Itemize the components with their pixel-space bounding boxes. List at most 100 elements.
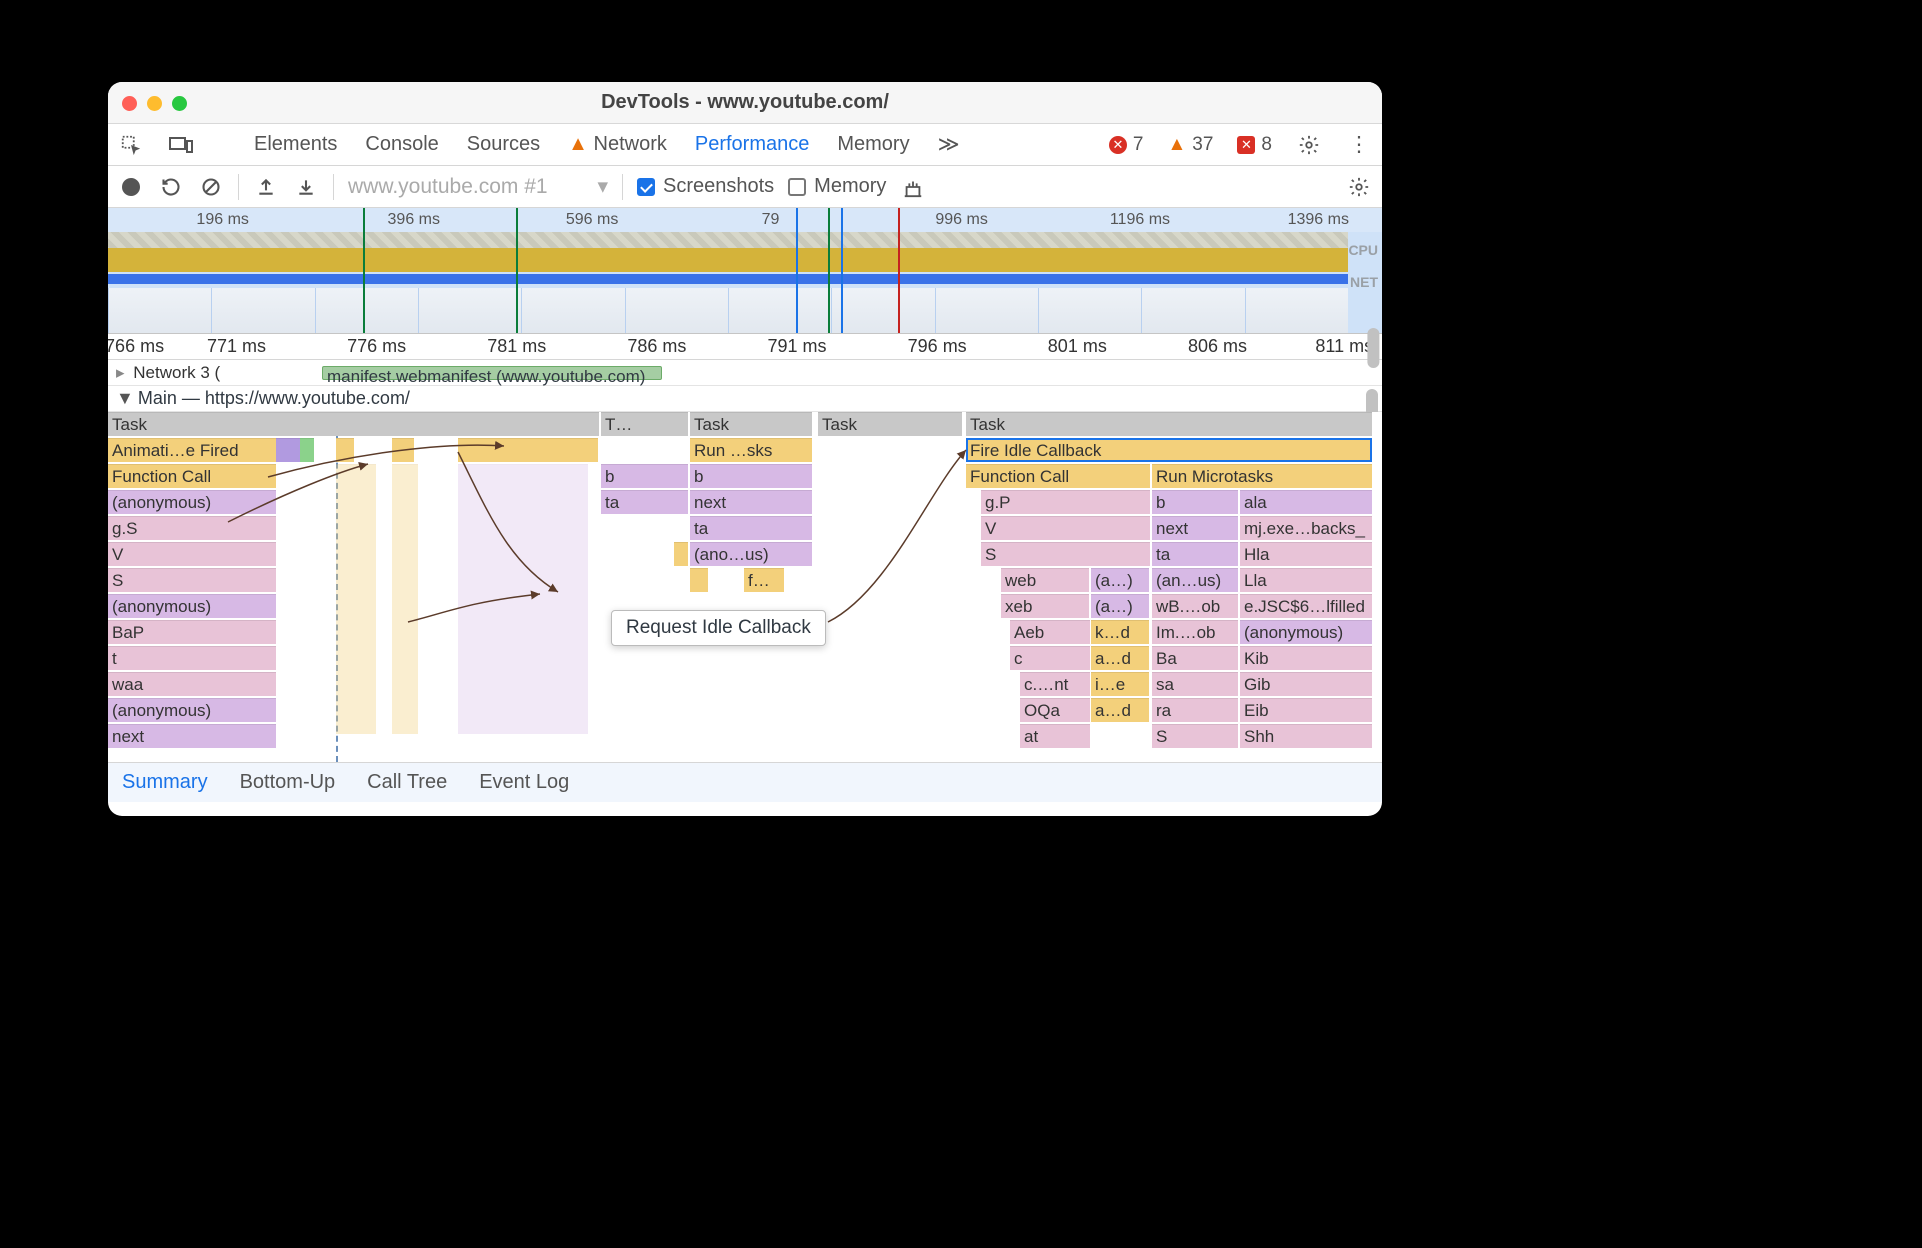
flame-segment[interactable]: i…e [1091,672,1149,696]
flame-segment[interactable]: Kib [1240,646,1372,670]
flame-segment[interactable]: (ano…us) [690,542,812,566]
tab-call-tree[interactable]: Call Tree [367,771,447,794]
flame-segment[interactable]: ala [1240,490,1372,514]
kebab-icon[interactable]: ⋮ [1346,132,1372,158]
tab-memory[interactable]: Memory [835,133,911,156]
flame-segment[interactable]: sa [1152,672,1238,696]
disclosure-icon[interactable]: ▼ [116,388,134,409]
clear-button[interactable] [198,174,224,200]
flame-segment[interactable] [336,464,376,734]
flame-segment[interactable]: (anonymous) [108,698,276,722]
flame-segment[interactable]: ta [690,516,812,540]
flame-segment[interactable]: (anonymous) [108,490,276,514]
viewport-handle-right[interactable] [841,208,843,333]
network-request-bar[interactable]: manifest.webmanifest (www.youtube.com) [322,366,662,380]
flame-segment[interactable]: V [981,516,1150,540]
flame-segment[interactable]: at [1020,724,1090,748]
flame-segment[interactable]: t [108,646,276,670]
tab-performance[interactable]: Performance [693,133,812,156]
flame-segment[interactable]: T… [601,412,688,436]
flame-segment[interactable]: S [981,542,1150,566]
flame-chart[interactable]: Task T… Task Task Task Animati…e Fired R… [108,412,1382,762]
tab-bottom-up[interactable]: Bottom-Up [240,771,336,794]
flame-segment[interactable] [300,438,314,462]
memory-checkbox[interactable]: Memory [788,175,886,198]
viewport-handle-left[interactable] [796,208,798,333]
tab-console[interactable]: Console [363,133,440,156]
flame-segment[interactable] [458,464,588,734]
flame-segment[interactable]: e.JSC$6…lfilled [1240,594,1372,618]
warnings-count[interactable]: ▲ 37 [1167,134,1213,156]
flame-segment[interactable]: c [1010,646,1090,670]
flame-segment[interactable]: Gib [1240,672,1372,696]
flame-segment[interactable]: g.S [108,516,276,540]
flame-segment[interactable]: Task [690,412,812,436]
flame-segment[interactable]: Eib [1240,698,1372,722]
flame-segment[interactable]: ra [1152,698,1238,722]
download-button[interactable] [293,174,319,200]
flame-segment[interactable]: b [1152,490,1238,514]
flame-segment[interactable]: next [108,724,276,748]
flame-segment[interactable]: a…d [1091,698,1149,722]
network-header[interactable]: ▸ Network 3 ( [108,363,318,383]
flame-segment[interactable]: OQa [1020,698,1090,722]
flame-segment[interactable]: xeb [1001,594,1089,618]
network-section[interactable]: ▸ Network 3 ( manifest.webmanifest (www.… [108,360,1382,386]
flame-segment[interactable]: BaP [108,620,276,644]
maximize-icon[interactable] [172,96,187,111]
flame-segment[interactable]: b [601,464,688,488]
violations-count[interactable]: ✕ 8 [1237,134,1272,156]
flame-segment[interactable]: (an…us) [1152,568,1238,592]
flame-segment[interactable]: next [690,490,812,514]
flame-segment[interactable]: c.…nt [1020,672,1090,696]
flame-segment[interactable] [392,438,414,462]
tab-summary[interactable]: Summary [122,771,208,794]
tab-elements[interactable]: Elements [252,133,339,156]
flame-segment[interactable]: Function Call [966,464,1150,488]
detail-ruler[interactable]: 766 ms 771 ms 776 ms 781 ms 786 ms 791 m… [108,334,1382,360]
disclosure-icon[interactable]: ▸ [116,363,125,383]
flame-segment[interactable]: Ba [1152,646,1238,670]
flame-segment[interactable]: S [1152,724,1238,748]
flame-segment[interactable]: Im.…ob [1152,620,1238,644]
recording-dropdown[interactable]: www.youtube.com #1 ▾ [348,174,608,199]
flame-segment[interactable]: Aeb [1010,620,1090,644]
flame-segment[interactable]: Run Microtasks [1152,464,1372,488]
flame-segment[interactable]: waa [108,672,276,696]
minimize-icon[interactable] [147,96,162,111]
flame-segment[interactable]: k…d [1091,620,1149,644]
errors-count[interactable]: ✕ 7 [1109,134,1144,156]
flame-segment[interactable]: Run …sks [690,438,812,462]
tab-sources[interactable]: Sources [465,133,542,156]
flame-segment[interactable]: a…d [1091,646,1149,670]
flame-segment[interactable] [336,438,354,462]
more-tabs-icon[interactable]: ≫ [936,132,962,158]
timeline-overview[interactable]: 196 ms 396 ms 596 ms 79 996 ms 1196 ms 1… [108,208,1382,334]
device-toggle-icon[interactable] [168,132,194,158]
flame-segment[interactable] [690,568,708,592]
flame-segment[interactable]: Lla [1240,568,1372,592]
flame-segment[interactable]: (a…) [1091,594,1149,618]
settings-icon[interactable] [1296,132,1322,158]
flame-segment[interactable]: b [690,464,812,488]
flame-segment[interactable]: Hla [1240,542,1372,566]
flame-segment[interactable]: Task [108,412,599,436]
tab-network[interactable]: ▲ Network [566,133,669,156]
flame-segment[interactable]: web [1001,568,1089,592]
flame-segment[interactable]: Shh [1240,724,1372,748]
screenshots-checkbox[interactable]: Screenshots [637,175,774,198]
flame-segment[interactable] [276,438,300,462]
flame-segment[interactable]: Task [818,412,962,436]
gc-button[interactable] [900,174,926,200]
main-thread-header[interactable]: ▼ Main — https://www.youtube.com/ [108,386,1382,412]
flame-segment[interactable]: wB.…ob [1152,594,1238,618]
flame-segment[interactable]: (anonymous) [1240,620,1372,644]
inspect-icon[interactable] [118,132,144,158]
flame-segment[interactable]: f… [744,568,784,592]
flame-segment[interactable]: Task [966,412,1372,436]
flame-segment[interactable]: (a…) [1091,568,1149,592]
tab-event-log[interactable]: Event Log [479,771,569,794]
flame-segment[interactable]: Function Call [108,464,276,488]
flame-segment[interactable]: V [108,542,276,566]
flame-segment[interactable]: next [1152,516,1238,540]
